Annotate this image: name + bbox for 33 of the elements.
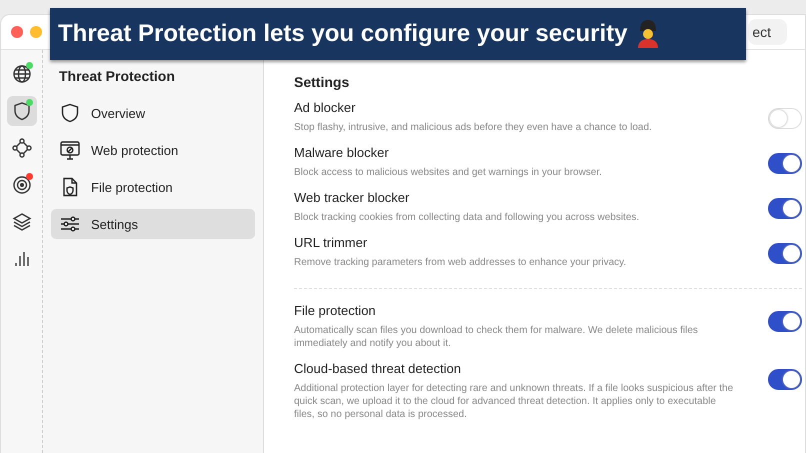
sidebar-item[interactable]: Web protection xyxy=(51,135,255,165)
toggle-switch[interactable] xyxy=(768,198,802,219)
top-button[interactable]: ect xyxy=(748,19,787,45)
setting-description: Additional protection layer for detecting rare and unknown threats. If a file looks suspicious after the quick scan, we upload it to the cloud for advanced threat detection. It applies only to executable files, so no personal data is processed. xyxy=(294,382,734,421)
toggle-switch[interactable] xyxy=(768,243,802,264)
monitor-icon xyxy=(59,139,81,161)
setting-name: Malware blocker xyxy=(294,145,390,160)
shield-icon xyxy=(59,102,81,124)
toggle-switch[interactable] xyxy=(768,311,802,332)
setting-name: Cloud-based threat detection xyxy=(294,361,462,376)
toggle-switch[interactable] xyxy=(768,153,802,174)
sidebar-item[interactable]: File protection xyxy=(51,172,255,202)
mesh-icon xyxy=(10,137,32,159)
setting-description: Block tracking cookies from collecting data and following you across websites. xyxy=(294,211,640,224)
sidebar-item[interactable]: Settings xyxy=(51,209,255,239)
close-button[interactable] xyxy=(11,26,23,38)
sidebar-title: Threat Protection xyxy=(59,68,176,84)
section-title: Settings xyxy=(294,74,350,90)
rail-button[interactable] xyxy=(6,96,36,126)
setting-name: URL trimmer xyxy=(294,235,368,250)
setting-description: Automatically scan files you download to check them for malware. We delete malicious files immediately and notify you about it. xyxy=(294,324,699,350)
caption-text: Threat Protection lets you configure your security xyxy=(58,20,628,48)
layers-icon xyxy=(10,211,32,233)
setting-description: Stop flashy, intrusive, and malicious ads before they even have a chance to load. xyxy=(294,121,653,134)
setting-name: Ad blocker xyxy=(294,100,356,115)
toggle-switch[interactable] xyxy=(768,369,802,390)
target-icon xyxy=(10,174,32,196)
setting-description: Block access to malicious websites and get warnings in your browser. xyxy=(294,166,603,179)
globe-icon xyxy=(10,63,32,85)
setting-name: Web tracker blocker xyxy=(294,190,410,205)
setting-name: File protection xyxy=(294,303,377,318)
sidebar-item[interactable]: Overview xyxy=(51,98,255,128)
setting-description: Remove tracking parameters from web addresses to enhance your privacy. xyxy=(294,256,628,269)
